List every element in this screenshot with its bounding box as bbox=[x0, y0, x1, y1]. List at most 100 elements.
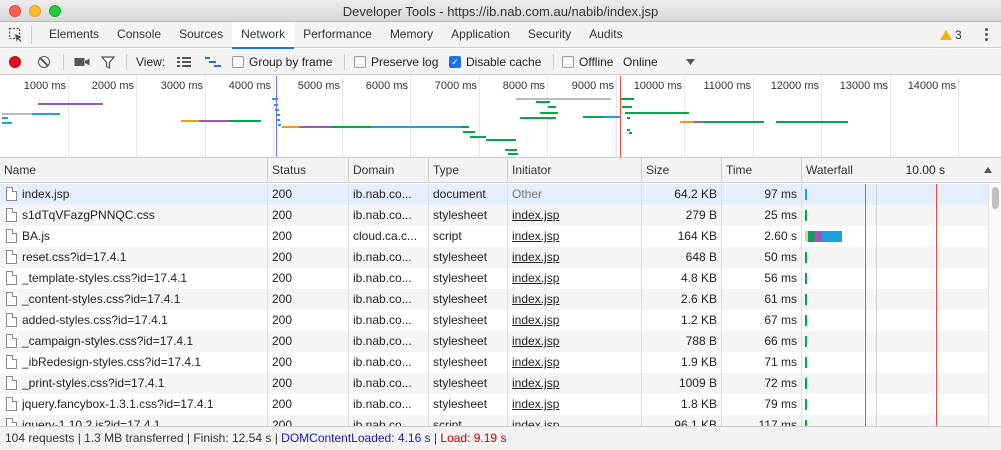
filter-button[interactable] bbox=[101, 49, 115, 75]
request-row[interactable]: BA.js 200 cloud.ca.c... script index.jsp 164 … bbox=[0, 226, 988, 247]
waterfall-bar bbox=[805, 357, 807, 368]
tab-performance[interactable]: Performance bbox=[294, 22, 381, 48]
request-row[interactable]: _content-styles.css?id=17.4.1 200 ib.nab.c… bbox=[0, 289, 988, 310]
request-status: 200 bbox=[268, 289, 349, 310]
request-name[interactable]: jquery-1.10.2.js?id=17.4.1 bbox=[18, 415, 268, 426]
clear-button[interactable] bbox=[38, 49, 50, 75]
column-header-domain[interactable]: Domain bbox=[349, 158, 429, 183]
request-name[interactable]: added-styles.css?id=17.4.1 bbox=[18, 310, 268, 331]
request-row[interactable]: _print-styles.css?id=17.4.1 200 ib.nab.co.… bbox=[0, 373, 988, 394]
capture-screenshots-button[interactable] bbox=[74, 49, 90, 75]
preserve-log-box[interactable] bbox=[354, 56, 366, 68]
tab-application[interactable]: Application bbox=[442, 22, 519, 48]
offline-box[interactable] bbox=[562, 56, 574, 68]
disable-cache-box[interactable]: ✓ bbox=[449, 56, 461, 68]
request-initiator[interactable]: index.jsp bbox=[508, 205, 642, 226]
request-name[interactable]: reset.css?id=17.4.1 bbox=[18, 247, 268, 268]
waterfall-bar bbox=[805, 399, 807, 410]
request-initiator[interactable]: index.jsp bbox=[508, 352, 642, 373]
record-button[interactable] bbox=[9, 49, 21, 75]
tab-audits[interactable]: Audits bbox=[580, 22, 631, 48]
column-header-time[interactable]: Time bbox=[722, 158, 802, 183]
sort-ascending-icon[interactable] bbox=[984, 167, 992, 173]
column-header-status[interactable]: Status bbox=[268, 158, 349, 183]
request-name[interactable]: _ibRedesign-styles.css?id=17.4.1 bbox=[18, 352, 268, 373]
request-initiator[interactable]: index.jsp bbox=[508, 310, 642, 331]
clear-icon bbox=[38, 56, 50, 68]
request-row[interactable]: jquery.fancybox-1.3.1.css?id=17.4.1 200 ib… bbox=[0, 394, 988, 415]
request-waterfall[interactable] bbox=[802, 331, 988, 352]
request-waterfall[interactable] bbox=[802, 352, 988, 373]
large-rows-button[interactable] bbox=[176, 49, 192, 75]
requests-scrollbar-thumb[interactable] bbox=[992, 187, 999, 209]
request-initiator[interactable]: index.jsp bbox=[508, 226, 642, 247]
request-waterfall[interactable] bbox=[802, 226, 988, 247]
request-initiator[interactable]: index.jsp bbox=[508, 289, 642, 310]
request-row[interactable]: _template-styles.css?id=17.4.1 200 ib.nab.… bbox=[0, 268, 988, 289]
network-overview[interactable]: 1000 ms 2000 ms 3000 ms 4000 ms 5000 ms 6000 … bbox=[0, 76, 1001, 158]
devtools-tabbar: Elements Console Sources Network Performance… bbox=[0, 22, 1001, 49]
request-row[interactable]: added-styles.css?id=17.4.1 200 ib.nab.co..… bbox=[0, 310, 988, 331]
column-header-initiator[interactable]: Initiator bbox=[508, 158, 642, 183]
tab-console[interactable]: Console bbox=[108, 22, 170, 48]
request-waterfall[interactable] bbox=[802, 205, 988, 226]
request-row[interactable]: _campaign-styles.css?id=17.4.1 200 ib.nab.… bbox=[0, 331, 988, 352]
request-row[interactable]: reset.css?id=17.4.1 200 ib.nab.co... styles… bbox=[0, 247, 988, 268]
request-row[interactable]: _ibRedesign-styles.css?id=17.4.1 200 ib.na… bbox=[0, 352, 988, 373]
tab-sources[interactable]: Sources bbox=[170, 22, 232, 48]
window-title: Developer Tools - https://ib.nab.com.au/… bbox=[342, 4, 659, 19]
request-waterfall[interactable] bbox=[802, 247, 988, 268]
waterfall-bar bbox=[805, 336, 807, 347]
request-waterfall[interactable] bbox=[802, 268, 988, 289]
request-waterfall[interactable] bbox=[802, 310, 988, 331]
request-row[interactable]: jquery-1.10.2.js?id=17.4.1 200 ib.nab.co..… bbox=[0, 415, 988, 426]
request-initiator[interactable]: index.jsp bbox=[508, 373, 642, 394]
request-size: 1.2 KB bbox=[642, 310, 722, 331]
request-name[interactable]: jquery.fancybox-1.3.1.css?id=17.4.1 bbox=[18, 394, 268, 415]
offline-checkbox[interactable]: Offline bbox=[562, 49, 613, 75]
group-by-frame-box[interactable] bbox=[232, 56, 244, 68]
tab-memory[interactable]: Memory bbox=[381, 22, 442, 48]
column-header-size[interactable]: Size bbox=[642, 158, 722, 183]
disable-cache-checkbox[interactable]: ✓ Disable cache bbox=[449, 49, 541, 75]
request-waterfall[interactable] bbox=[802, 373, 988, 394]
request-name[interactable]: index.jsp bbox=[18, 184, 268, 205]
overview-request-bar bbox=[583, 116, 603, 118]
tab-elements[interactable]: Elements bbox=[40, 22, 108, 48]
waterfall-grid-line bbox=[876, 184, 877, 426]
overview-request-bar bbox=[776, 121, 848, 123]
request-name[interactable]: _template-styles.css?id=17.4.1 bbox=[18, 268, 268, 289]
request-row[interactable]: index.jsp 200 ib.nab.co... document Other 64.… bbox=[0, 184, 988, 205]
column-header-name[interactable]: Name bbox=[0, 158, 268, 183]
request-row[interactable]: s1dTqVFazgPNNQC.css 200 ib.nab.co... styles… bbox=[0, 205, 988, 226]
request-waterfall[interactable] bbox=[802, 415, 988, 426]
request-initiator[interactable]: index.jsp bbox=[508, 415, 642, 426]
tab-network[interactable]: Network bbox=[232, 22, 295, 49]
request-name[interactable]: _campaign-styles.css?id=17.4.1 bbox=[18, 331, 268, 352]
preserve-log-checkbox[interactable]: Preserve log bbox=[354, 49, 438, 75]
inspect-element-icon[interactable] bbox=[8, 27, 24, 43]
overview-toggle-button[interactable] bbox=[204, 49, 222, 75]
request-initiator[interactable]: index.jsp bbox=[508, 394, 642, 415]
column-header-type[interactable]: Type bbox=[429, 158, 508, 183]
more-options-icon[interactable] bbox=[980, 27, 992, 43]
throttling-select[interactable]: Online bbox=[623, 49, 695, 75]
request-type: stylesheet bbox=[429, 394, 508, 415]
request-name[interactable]: s1dTqVFazgPNNQC.css bbox=[18, 205, 268, 226]
tab-security[interactable]: Security bbox=[519, 22, 580, 48]
request-size: 1009 B bbox=[642, 373, 722, 394]
requests-scrollbar[interactable] bbox=[988, 184, 1001, 426]
request-name[interactable]: _print-styles.css?id=17.4.1 bbox=[18, 373, 268, 394]
warnings-badge[interactable]: 3 bbox=[940, 28, 962, 42]
request-name[interactable]: BA.js bbox=[18, 226, 268, 247]
request-initiator[interactable]: index.jsp bbox=[508, 268, 642, 289]
request-waterfall[interactable] bbox=[802, 184, 988, 205]
waterfall-bar bbox=[805, 378, 807, 389]
request-waterfall[interactable] bbox=[802, 289, 988, 310]
request-waterfall[interactable] bbox=[802, 394, 988, 415]
request-initiator[interactable]: index.jsp bbox=[508, 331, 642, 352]
request-initiator[interactable]: index.jsp bbox=[508, 247, 642, 268]
request-type: script bbox=[429, 415, 508, 426]
request-name[interactable]: _content-styles.css?id=17.4.1 bbox=[18, 289, 268, 310]
group-by-frame-checkbox[interactable]: Group by frame bbox=[232, 49, 332, 75]
